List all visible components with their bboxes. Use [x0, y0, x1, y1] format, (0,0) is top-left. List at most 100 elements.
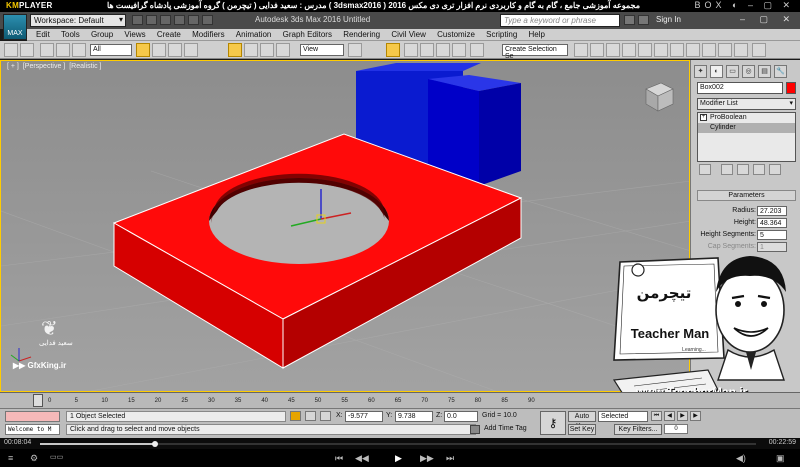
a360-icon[interactable]: [752, 43, 766, 57]
menu-edit[interactable]: Edit: [36, 29, 50, 41]
sign-in-link[interactable]: Sign In: [656, 15, 681, 24]
open-file-icon[interactable]: [146, 15, 157, 25]
percent-snap-icon[interactable]: [436, 43, 450, 57]
menu-views[interactable]: Views: [124, 29, 145, 41]
auto-key-button[interactable]: Auto Key: [568, 411, 596, 430]
current-frame-field[interactable]: 0: [664, 424, 688, 434]
menu-animation[interactable]: Animation: [236, 29, 272, 41]
toggle-ribbon-icon[interactable]: [622, 43, 636, 57]
time-slider-handle[interactable]: [33, 394, 43, 407]
search-input[interactable]: Type a keyword or phrase: [500, 14, 620, 27]
motion-tab-icon[interactable]: ◎: [742, 65, 755, 78]
stack-expand-toggle[interactable]: +: [700, 114, 707, 121]
bind-space-warp-icon[interactable]: [72, 43, 86, 57]
menu-tools[interactable]: Tools: [61, 29, 80, 41]
edit-named-selection-icon[interactable]: [470, 43, 484, 57]
snaps-toggle-icon[interactable]: [404, 43, 418, 57]
player-play-icon[interactable]: ▶: [395, 453, 402, 464]
angle-snap-icon[interactable]: [420, 43, 434, 57]
radius-spinner[interactable]: 27.203: [757, 206, 787, 216]
stack-item-cylinder[interactable]: Cylinder: [698, 123, 795, 133]
add-time-tag-button[interactable]: Add Time Tag: [484, 425, 527, 432]
pin-stack-icon[interactable]: [699, 164, 711, 175]
key-filter-select[interactable]: Selected: [598, 411, 648, 422]
fullscreen-icon[interactable]: ▣: [776, 453, 785, 464]
show-end-result-icon[interactable]: [721, 164, 733, 175]
create-tab-icon[interactable]: ✦: [694, 65, 707, 78]
viewport-shading-label[interactable]: [Realistic ]: [69, 63, 101, 70]
align-icon[interactable]: [590, 43, 604, 57]
isolate-selection-icon[interactable]: [290, 411, 301, 421]
menu-group[interactable]: Group: [91, 29, 113, 41]
volume-icon[interactable]: ◀): [736, 453, 746, 464]
menu-rendering[interactable]: Rendering: [343, 29, 380, 41]
parameters-rollout-header[interactable]: Parameters: [697, 190, 796, 201]
redo-icon[interactable]: [20, 43, 34, 57]
key-icon[interactable]: ⚷: [540, 411, 566, 435]
render-setup-icon[interactable]: [686, 43, 700, 57]
place-icon[interactable]: [276, 43, 290, 57]
remove-modifier-icon[interactable]: [753, 164, 765, 175]
project-folder-icon[interactable]: [202, 15, 213, 25]
x-coordinate-field[interactable]: -9.577: [345, 411, 383, 422]
display-tab-icon[interactable]: ▤: [758, 65, 771, 78]
window-controls[interactable]: – ▢ ✕: [740, 14, 796, 25]
select-and-scale-icon[interactable]: [260, 43, 274, 57]
menu-graph-editors[interactable]: Graph Editors: [283, 29, 332, 41]
make-unique-icon[interactable]: [737, 164, 749, 175]
previous-icon[interactable]: ⏮: [335, 453, 343, 464]
menu-create[interactable]: Create: [157, 29, 181, 41]
playlist-icon[interactable]: ≡: [8, 453, 13, 463]
schematic-view-icon[interactable]: [654, 43, 668, 57]
menu-customize[interactable]: Customize: [437, 29, 475, 41]
selection-lock-icon[interactable]: [305, 411, 316, 421]
layer-explorer-icon[interactable]: [606, 43, 620, 57]
settings-icon[interactable]: ⚙: [30, 453, 38, 464]
height-spinner[interactable]: 48.364: [757, 218, 787, 228]
modify-tab-icon[interactable]: ◐: [710, 65, 723, 78]
stack-item-proboolean[interactable]: + ProBoolean: [698, 113, 795, 123]
select-by-name-icon[interactable]: [152, 43, 166, 57]
rendered-frame-window-icon[interactable]: [702, 43, 716, 57]
new-file-icon[interactable]: [132, 15, 143, 25]
redo-icon[interactable]: [188, 15, 199, 25]
subtitle-icon[interactable]: ▭▭: [50, 453, 63, 461]
viewport-pov-label[interactable]: [Perspective ]: [23, 63, 65, 70]
select-and-rotate-icon[interactable]: [244, 43, 258, 57]
rewind-icon[interactable]: ◀◀: [355, 453, 369, 464]
keyboard-shortcut-override-icon[interactable]: [386, 43, 400, 57]
select-and-move-icon[interactable]: [228, 43, 242, 57]
player-progress[interactable]: 00:08:04 00:22:59: [0, 438, 800, 449]
undo-icon[interactable]: [174, 15, 185, 25]
menu-scripting[interactable]: Scripting: [486, 29, 517, 41]
material-editor-icon[interactable]: [670, 43, 684, 57]
star-icon[interactable]: [638, 15, 649, 25]
reference-coordinate-select[interactable]: View: [300, 44, 344, 56]
time-tag-icon[interactable]: [470, 425, 480, 434]
link-icon[interactable]: [40, 43, 54, 57]
mirror-icon[interactable]: [574, 43, 588, 57]
maxscript-listener-output[interactable]: [5, 411, 60, 422]
previous-frame-icon[interactable]: ◀: [664, 411, 675, 421]
selection-filter-select[interactable]: All: [90, 44, 132, 56]
time-slider-track[interactable]: 0 5 10 15 20 25 30 35 40 45 50 55 60 65 70 75 80 85 90: [0, 392, 800, 408]
set-key-button[interactable]: Set Key: [568, 424, 596, 435]
curve-editor-icon[interactable]: [638, 43, 652, 57]
rectangular-selection-icon[interactable]: [168, 43, 182, 57]
hierarchy-tab-icon[interactable]: ▭: [726, 65, 739, 78]
forward-icon[interactable]: ▶▶: [420, 453, 434, 464]
key-filters-button[interactable]: Key Filters...: [614, 424, 662, 435]
menu-modifiers[interactable]: Modifiers: [192, 29, 224, 41]
absolute-mode-transform-icon[interactable]: [320, 411, 331, 421]
unlink-icon[interactable]: [56, 43, 70, 57]
object-color-swatch[interactable]: [786, 82, 796, 94]
select-object-icon[interactable]: [136, 43, 150, 57]
undo-icon[interactable]: [4, 43, 18, 57]
maxscript-listener-input[interactable]: Welcome to M: [5, 424, 60, 435]
object-name-field[interactable]: Box002: [697, 82, 783, 94]
render-production-icon[interactable]: [718, 43, 732, 57]
track-bar[interactable]: 0 5 10 15 20 25 30 35 40 45 50 55 60 65 70 75 80 85 90: [48, 394, 538, 408]
max-application-button[interactable]: MAX: [3, 14, 27, 40]
next-frame-icon[interactable]: ▶: [690, 411, 701, 421]
modifier-list-dropdown[interactable]: Modifier List: [697, 98, 796, 110]
